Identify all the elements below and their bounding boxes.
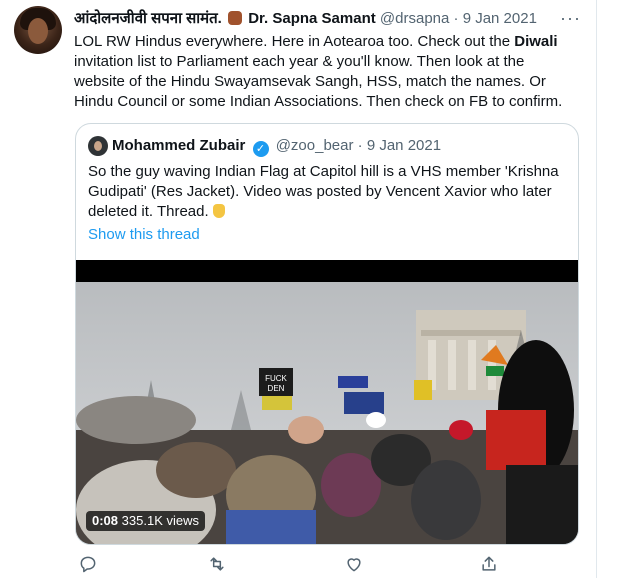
tweet-text: LOL RW Hindus everywhere. Here in Aotear…	[74, 32, 579, 112]
verified-badge-icon: ✓	[252, 141, 269, 157]
video-player[interactable]: FUCK DEN 0:08 335.1K views	[76, 260, 578, 544]
pointing-down-emoji	[212, 204, 225, 218]
tweet-header: आंदोलनजीवी सपना सामंत. Dr. Sapna Samant …	[74, 8, 574, 30]
more-options-icon[interactable]: ···	[560, 8, 581, 29]
quoted-author-name[interactable]: Mohammed Zubair	[112, 137, 245, 154]
author-handle[interactable]: @drsapna	[380, 10, 449, 27]
column-divider	[596, 0, 597, 578]
quoted-header: Mohammed Zubair ✓ @zoo_bear · 9 Jan 2021	[112, 136, 441, 157]
show-thread-link[interactable]: Show this thread	[88, 225, 200, 245]
dot-separator: ·	[453, 10, 459, 27]
flag-text-top: FUCK	[265, 374, 287, 383]
avatar[interactable]	[14, 6, 62, 54]
video-time: 0:08	[92, 513, 119, 528]
raised-fist-emoji	[228, 11, 243, 25]
retweet-icon[interactable]	[207, 554, 227, 574]
quoted-date[interactable]: 9 Jan 2021	[367, 137, 441, 154]
quoted-dot-separator: ·	[357, 137, 363, 154]
tweet-text-bold: Diwali	[514, 33, 558, 50]
quoted-avatar[interactable]	[88, 136, 108, 156]
flag-text-bottom: DEN	[268, 384, 285, 393]
author-name[interactable]: आंदोलनजीवी सपना सामंत.	[74, 10, 222, 27]
video-stats-badge: 0:08 335.1K views	[86, 511, 205, 531]
tweet-date[interactable]: 9 Jan 2021	[463, 10, 537, 27]
video-views: 335.1K views	[121, 513, 199, 528]
tweet-text-part1: LOL RW Hindus everywhere. Here in Aotear…	[74, 33, 515, 50]
quoted-text: So the guy waving Indian Flag at Capitol…	[88, 162, 566, 222]
tweet-text-part2: invitation list to Parliament each year …	[74, 53, 563, 110]
quoted-tweet[interactable]: Mohammed Zubair ✓ @zoo_bear · 9 Jan 2021…	[75, 123, 579, 545]
video-frame: FUCK DEN	[76, 260, 578, 544]
author-title[interactable]: Dr. Sapna Samant	[248, 10, 376, 27]
share-icon[interactable]	[479, 554, 499, 574]
quoted-handle[interactable]: @zoo_bear	[276, 137, 354, 154]
reply-icon[interactable]	[78, 554, 98, 574]
quoted-text-body: So the guy waving Indian Flag at Capitol…	[88, 163, 559, 220]
like-icon[interactable]	[344, 554, 364, 574]
tweet-actions	[74, 554, 579, 578]
